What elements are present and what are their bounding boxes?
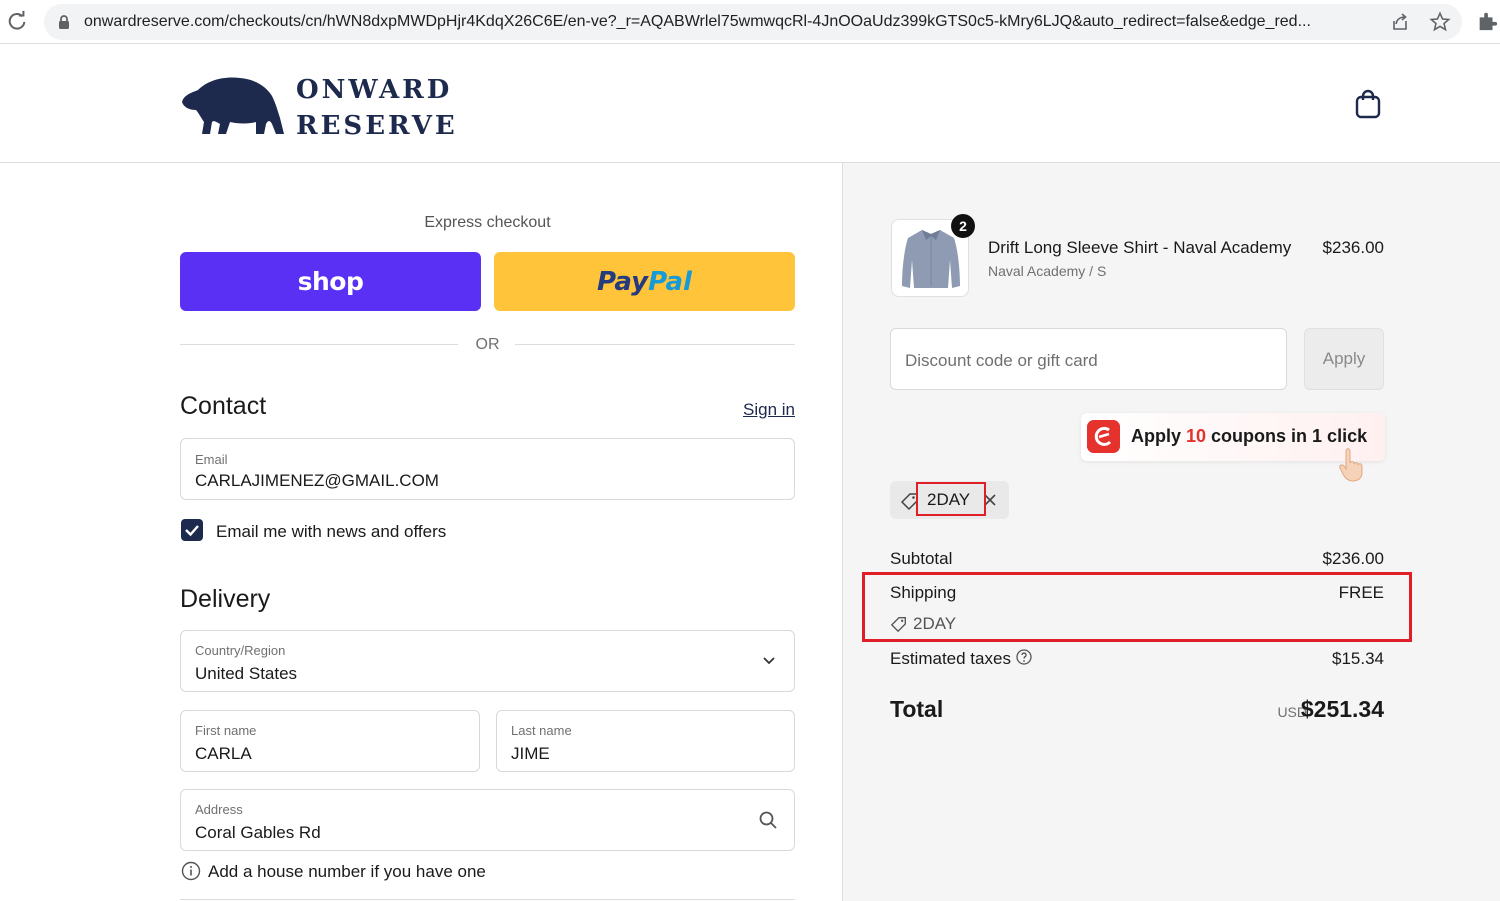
brand-wordmark[interactable]: ONWARD RESERVE bbox=[296, 72, 458, 144]
coupon-prefix: Apply bbox=[1131, 426, 1187, 446]
checkmark-icon bbox=[185, 525, 199, 537]
total-label: Total bbox=[890, 696, 944, 722]
bear-logo[interactable] bbox=[180, 72, 288, 138]
coupon-suffix: coupons in 1 click bbox=[1206, 426, 1368, 446]
star-icon[interactable] bbox=[1429, 11, 1451, 33]
browser-toolbar: onwardreserve.com/checkouts/cn/hWN8dxpMW… bbox=[0, 0, 1500, 44]
divider-line bbox=[180, 899, 795, 900]
newsletter-label[interactable]: Email me with news and offers bbox=[216, 522, 446, 542]
contact-heading: Contact bbox=[180, 392, 267, 420]
product-price: $236.00 bbox=[1322, 238, 1384, 257]
subtotal-value: $236.00 bbox=[1322, 549, 1384, 568]
code-highlight-box bbox=[916, 482, 986, 516]
first-name-value: CARLA bbox=[195, 744, 252, 763]
share-icon[interactable] bbox=[1390, 12, 1410, 32]
address-bar[interactable]: onwardreserve.com/checkouts/cn/hWN8dxpMW… bbox=[44, 4, 1462, 40]
chevron-down-icon bbox=[763, 657, 775, 665]
subtotal-label: Subtotal bbox=[890, 549, 953, 568]
last-name-value: JIME bbox=[511, 744, 550, 763]
last-name-label: Last name bbox=[511, 723, 572, 738]
url-text[interactable]: onwardreserve.com/checkouts/cn/hWN8dxpMW… bbox=[84, 13, 1380, 31]
or-label: OR bbox=[475, 336, 500, 353]
order-summary: 2 Drift Long Sleeve Shirt - Naval Academ… bbox=[842, 163, 1500, 901]
paypal-label-pay: Pay bbox=[597, 266, 649, 297]
shipping-highlight-box bbox=[862, 572, 1412, 642]
logo-line-2: RESERVE bbox=[296, 111, 458, 141]
email-field[interactable]: Email CARLAJIMENEZ@GMAIL.COM bbox=[180, 438, 795, 500]
last-name-field[interactable]: Last name JIME bbox=[496, 710, 795, 772]
help-icon[interactable] bbox=[1016, 649, 1032, 665]
discount-placeholder: Discount code or gift card bbox=[905, 351, 1098, 370]
first-name-field[interactable]: First name CARLA bbox=[180, 710, 480, 772]
taxes-label: Estimated taxes bbox=[890, 649, 1011, 668]
paypal-button[interactable]: Pay Pal bbox=[494, 252, 795, 311]
country-value: United States bbox=[195, 664, 298, 683]
country-select[interactable]: Country/Region United States bbox=[180, 630, 795, 692]
info-icon bbox=[181, 861, 201, 881]
search-icon[interactable] bbox=[758, 810, 778, 830]
coupon-extension-banner[interactable]: Apply 10 coupons in 1 click bbox=[1081, 413, 1385, 482]
product-name: Drift Long Sleeve Shirt - Naval Academy bbox=[988, 238, 1292, 257]
coupon-logo-icon bbox=[1087, 420, 1120, 453]
address-field[interactable]: Address Coral Gables Rd bbox=[180, 789, 795, 851]
quantity-badge: 2 bbox=[951, 214, 975, 238]
country-label: Country/Region bbox=[195, 643, 286, 658]
shopping-bag-icon[interactable] bbox=[1354, 88, 1382, 120]
apply-label: Apply bbox=[1322, 349, 1366, 368]
product-variant: Naval Academy / S bbox=[988, 263, 1107, 279]
email-label: Email bbox=[195, 452, 228, 467]
address-hint: Add a house number if you have one bbox=[208, 862, 486, 881]
total-value: $251.34 bbox=[1300, 696, 1384, 722]
paypal-label-pal: Pal bbox=[648, 266, 692, 297]
address-value: Coral Gables Rd bbox=[195, 823, 321, 842]
discount-code-input[interactable]: Discount code or gift card bbox=[890, 328, 1287, 390]
lock-icon bbox=[59, 15, 69, 29]
email-value[interactable]: CARLAJIMENEZ@GMAIL.COM bbox=[195, 471, 439, 491]
apply-discount-button[interactable]: Apply bbox=[1304, 328, 1384, 390]
site-header: ONWARD RESERVE bbox=[0, 44, 1500, 163]
divider-line bbox=[515, 344, 795, 345]
first-name-label: First name bbox=[195, 723, 257, 738]
newsletter-checkbox[interactable] bbox=[181, 519, 203, 541]
delivery-heading: Delivery bbox=[180, 585, 271, 613]
extension-icon[interactable] bbox=[1476, 10, 1498, 32]
express-checkout-label: Express checkout bbox=[424, 214, 551, 231]
shop-pay-button[interactable]: shop bbox=[180, 252, 481, 311]
taxes-value: $15.34 bbox=[1332, 649, 1384, 668]
coupon-banner-text: Apply 10 coupons in 1 click bbox=[1131, 426, 1367, 447]
reload-icon[interactable] bbox=[6, 10, 28, 32]
coupon-count: 10 bbox=[1186, 426, 1207, 446]
checkout-form: Express checkout shop Pay Pal OR Contact … bbox=[0, 163, 842, 901]
shop-pay-label: shop bbox=[297, 267, 364, 296]
hand-pointer-icon bbox=[1339, 448, 1363, 482]
or-divider: OR bbox=[180, 335, 795, 355]
address-label: Address bbox=[195, 802, 243, 817]
logo-line-1: ONWARD bbox=[296, 75, 453, 105]
sign-in-link[interactable]: Sign in bbox=[743, 400, 795, 420]
